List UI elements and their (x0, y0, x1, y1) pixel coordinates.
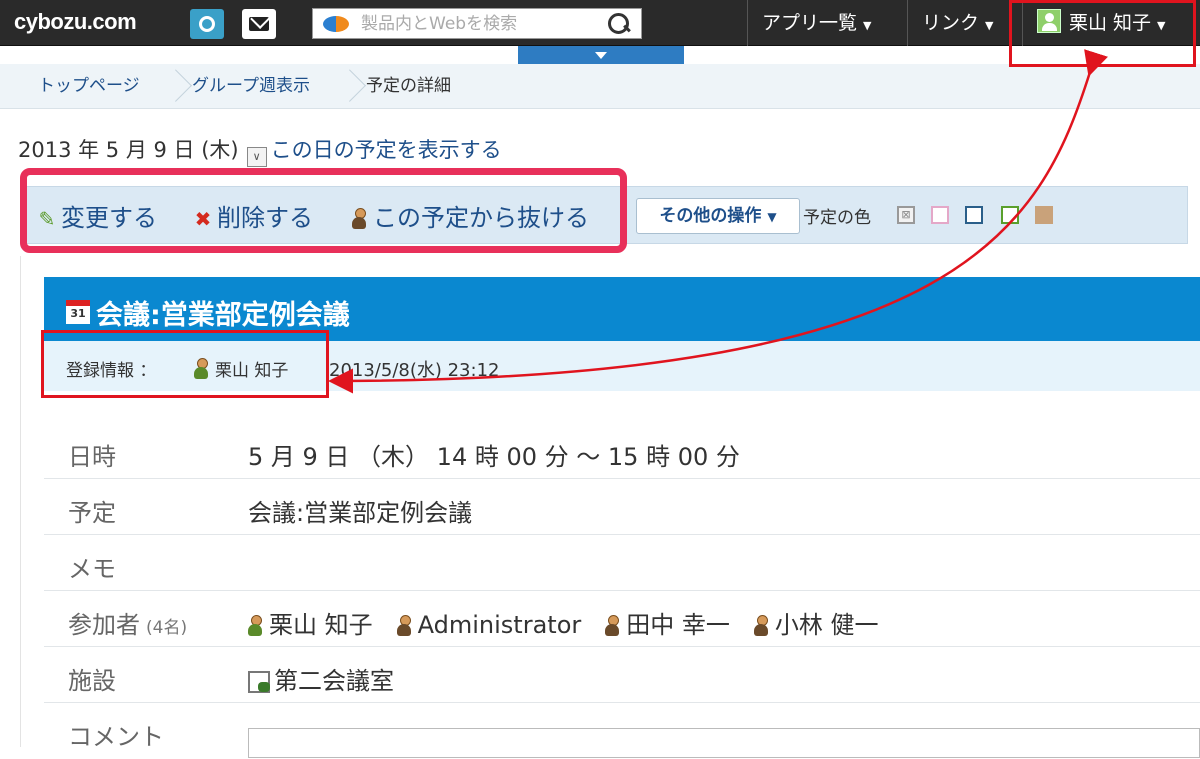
expand-header-tab[interactable] (518, 46, 684, 64)
color-pink-swatch[interactable] (931, 206, 949, 224)
facility-value[interactable]: 第二会議室 (248, 661, 394, 696)
actions-highlight (20, 168, 627, 253)
chevron-down-icon: ▼ (985, 19, 994, 32)
show-day-schedule-link[interactable]: この日の予定を表示する (271, 138, 502, 162)
color-blue-swatch[interactable] (965, 206, 983, 224)
facility-label: 施設 (68, 667, 116, 695)
other-operations-button[interactable]: その他の操作 ▼ (636, 198, 800, 234)
participant[interactable]: 小林 健一 (753, 611, 879, 639)
breadcrumb-separator (172, 64, 186, 109)
participants-count: (4名) (146, 618, 188, 638)
facility-name: 第二会議室 (274, 667, 394, 695)
participant-name: 小林 健一 (774, 611, 879, 639)
participants-label-text: 参加者 (68, 611, 140, 639)
other-operations-label: その他の操作 (659, 206, 762, 226)
datetime-label: 日時 (68, 443, 116, 471)
datetime-row: 日時 5 月 9 日 （木） 14 時 00 分 ～ 15 時 00 分 (44, 423, 1200, 479)
breadcrumb-current: 予定の詳細 (366, 76, 451, 96)
participant[interactable]: 栗山 知子 (248, 611, 373, 639)
links-label: リンク (922, 12, 980, 34)
schedule-date: 2013 年 5 月 9 日 (木) (18, 138, 239, 162)
cybozu-logo[interactable]: cybozu.com (14, 9, 137, 35)
participants-list: 栗山 知子 Administrator 田中 幸一 小林 健一 (248, 605, 903, 640)
schedule-color-label: 予定の色 (803, 208, 871, 228)
participants-label: 参加者 (4名) (68, 605, 187, 640)
app-list-menu[interactable]: アプリ一覧 ▼ (747, 0, 907, 46)
app-list-label: アプリ一覧 (762, 12, 858, 34)
participant-name: Administrator (417, 611, 582, 639)
datetime-value: 5 月 9 日 （木） 14 時 00 分 ～ 15 時 00 分 (248, 443, 740, 471)
registered-at: 2013/5/8(水) 23:12 (329, 360, 500, 381)
person-icon (605, 615, 620, 637)
search-input[interactable] (361, 13, 611, 35)
participants-row: 参加者 (4名) 栗山 知子 Administrator 田中 幸一 小林 健一 (44, 591, 1200, 647)
plan-value: 会議:営業部定例会議 (248, 499, 473, 527)
color-green-swatch[interactable] (1001, 206, 1019, 224)
breadcrumb-group-week[interactable]: グループ週表示 (192, 64, 310, 109)
search-icon[interactable] (607, 12, 633, 36)
user-highlight (1009, 0, 1196, 67)
office-app-icon[interactable] (190, 9, 224, 39)
links-menu[interactable]: リンク ▼ (907, 0, 1017, 46)
participant-name: 田中 幸一 (626, 611, 730, 639)
person-icon (753, 615, 768, 637)
color-tan-swatch[interactable] (1035, 206, 1053, 224)
color-none-swatch[interactable]: ⊠ (897, 206, 915, 224)
plan-row: 予定 会議:営業部定例会議 (44, 479, 1200, 535)
schedule-title: 会議:営業部定例会議 (96, 300, 350, 331)
participant[interactable]: Administrator (396, 611, 582, 639)
calendar-icon: 31 (66, 300, 90, 324)
dropdown-icon[interactable]: ∨ (246, 147, 267, 167)
breadcrumb-separator (346, 64, 360, 109)
search-scope-icon[interactable] (323, 16, 349, 32)
breadcrumb-top-page[interactable]: トップページ (38, 64, 140, 109)
chevron-down-icon: ▼ (767, 210, 777, 224)
memo-row: メモ (44, 535, 1200, 591)
facility-icon (248, 671, 270, 693)
facility-row: 施設 第二会議室 (44, 647, 1200, 703)
participant-name: 栗山 知子 (269, 611, 373, 639)
breadcrumb: トップページ グループ週表示 予定の詳細 (0, 64, 1200, 109)
comment-input[interactable] (248, 728, 1200, 758)
search-box (312, 8, 642, 39)
memo-label: メモ (68, 555, 116, 583)
person-icon (248, 615, 262, 637)
registrant-highlight (41, 330, 329, 398)
mail-icon[interactable] (242, 9, 276, 39)
date-header: 2013 年 5 月 9 日 (木) ∨ この日の予定を表示する (18, 134, 502, 167)
person-icon (396, 615, 411, 637)
participant[interactable]: 田中 幸一 (605, 611, 730, 639)
plan-label: 予定 (68, 499, 116, 527)
chevron-down-icon: ▼ (863, 19, 872, 32)
